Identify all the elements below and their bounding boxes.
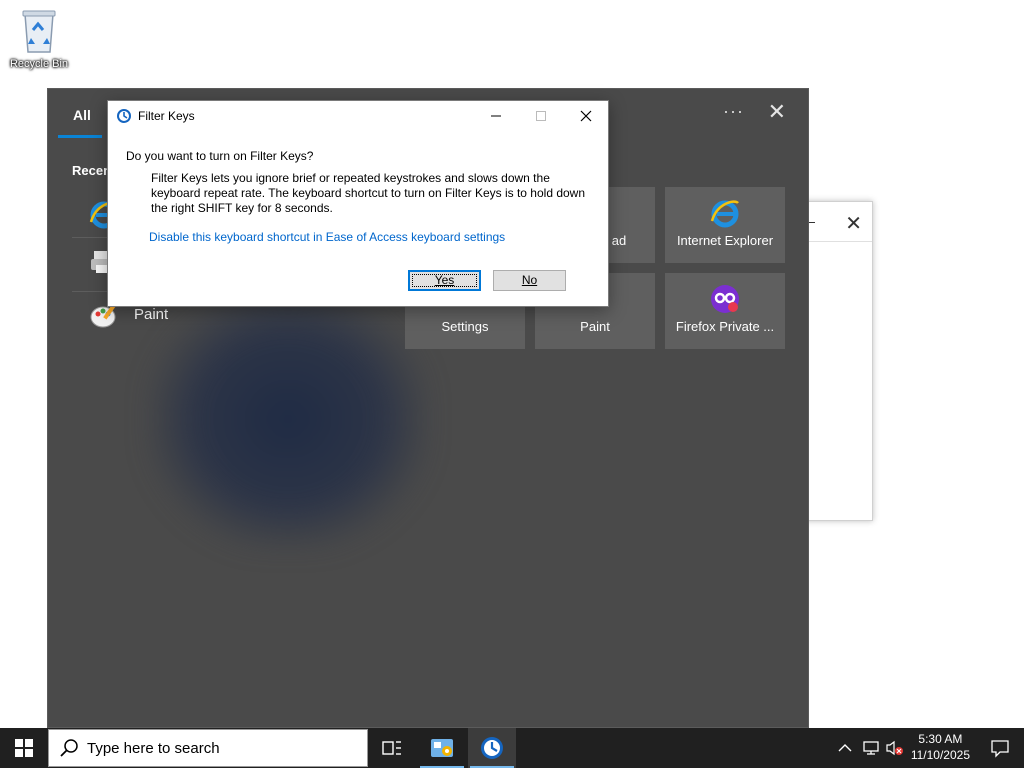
network-status[interactable] bbox=[862, 728, 880, 768]
network-icon bbox=[863, 741, 879, 755]
maximize-button bbox=[518, 101, 563, 131]
more-options-button[interactable]: ··· bbox=[723, 101, 744, 122]
internet-explorer-icon bbox=[709, 197, 741, 229]
task-view-icon bbox=[382, 741, 401, 755]
dialog-description: Filter Keys lets you ignore brief or rep… bbox=[151, 171, 586, 215]
task-view-button[interactable] bbox=[368, 728, 416, 768]
yes-button[interactable]: Yes bbox=[408, 270, 481, 291]
tile-label: Paint bbox=[580, 319, 610, 334]
taskbar-app-ease-of-access[interactable] bbox=[468, 728, 516, 768]
dialog-titlebar[interactable]: Filter Keys bbox=[108, 101, 608, 131]
minimize-icon bbox=[490, 115, 501, 117]
ease-of-access-icon bbox=[116, 108, 132, 124]
firefox-private-icon bbox=[709, 283, 741, 315]
control-panel-icon bbox=[431, 739, 453, 757]
volume-status[interactable] bbox=[886, 728, 904, 768]
tab-all[interactable]: All bbox=[73, 107, 91, 123]
system-clock[interactable]: 5:30 AM 11/10/2025 bbox=[911, 731, 970, 763]
ease-of-access-settings-link[interactable]: Disable this keyboard shortcut in Ease o… bbox=[149, 230, 505, 244]
filter-keys-dialog: Filter Keys Do you want to turn on Filte… bbox=[107, 100, 609, 307]
notification-icon bbox=[991, 740, 1009, 758]
search-icon bbox=[59, 738, 79, 758]
taskbar-app-control-panel[interactable] bbox=[418, 728, 466, 768]
tile-firefox-private[interactable]: Firefox Private ... bbox=[665, 273, 785, 349]
focus-rectangle bbox=[412, 274, 477, 287]
tile-label: Internet Explorer bbox=[676, 233, 774, 248]
no-button[interactable]: No bbox=[493, 270, 566, 291]
action-center-button[interactable] bbox=[990, 738, 1010, 763]
windows-logo-icon bbox=[15, 739, 33, 757]
recent-item-label: Paint bbox=[134, 306, 169, 323]
maximize-icon bbox=[535, 111, 546, 121]
recycle-bin-icon bbox=[17, 6, 61, 56]
tile-internet-explorer[interactable]: Internet Explorer bbox=[665, 187, 785, 263]
chevron-up-icon bbox=[838, 744, 852, 752]
tile-label: Firefox Private ... bbox=[675, 319, 775, 334]
close-icon bbox=[580, 110, 591, 122]
volume-muted-icon bbox=[886, 740, 903, 756]
desktop-icon-recycle-bin[interactable]: Recycle Bin bbox=[6, 6, 72, 70]
ease-of-access-icon bbox=[481, 737, 503, 759]
no-button-label: No bbox=[521, 273, 538, 287]
search-panel-close-button[interactable]: ✕ bbox=[768, 99, 786, 125]
tile-label: Settings bbox=[441, 319, 489, 334]
dialog-title: Filter Keys bbox=[138, 109, 195, 123]
start-button[interactable] bbox=[0, 728, 48, 768]
clock-date: 11/10/2025 bbox=[910, 748, 970, 762]
search-placeholder: Type here to search bbox=[87, 739, 220, 757]
tab-all-underline bbox=[58, 135, 102, 138]
desktop-icon-label: Recycle Bin bbox=[9, 58, 69, 70]
close-button[interactable] bbox=[563, 101, 608, 131]
close-icon[interactable]: ✕ bbox=[845, 211, 862, 236]
taskbar: Type here to search 5:30 AM 11/10/2025 bbox=[0, 728, 1024, 768]
dialog-question: Do you want to turn on Filter Keys? bbox=[126, 149, 314, 163]
clock-time: 5:30 AM bbox=[918, 732, 963, 746]
taskbar-search-box[interactable]: Type here to search bbox=[48, 729, 368, 767]
minimize-button[interactable] bbox=[473, 101, 518, 131]
show-hidden-icons-button[interactable] bbox=[838, 728, 852, 768]
